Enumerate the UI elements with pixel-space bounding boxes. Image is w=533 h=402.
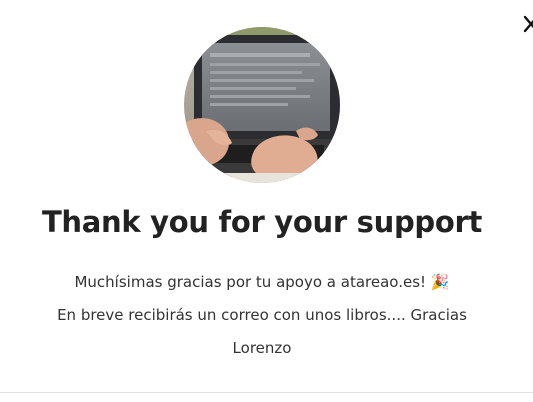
divider <box>0 392 533 393</box>
party-popper-icon: 🎉 <box>430 273 450 291</box>
message-line-1: Muchísimas gracias por tu apoyo a atarea… <box>40 266 484 299</box>
thank-you-dialog: Thank you for your support Muchísimas gr… <box>0 0 533 402</box>
thank-you-message: Muchísimas gracias por tu apoyo a atarea… <box>40 266 484 365</box>
close-icon <box>523 15 533 33</box>
page-title: Thank you for your support <box>41 205 483 239</box>
message-text-1: Muchísimas gracias por tu apoyo a atarea… <box>74 273 427 291</box>
avatar-photo <box>184 27 340 183</box>
avatar <box>184 27 340 183</box>
message-line-2: En breve recibirás un correo con unos li… <box>57 306 467 357</box>
close-button[interactable] <box>523 10 533 38</box>
